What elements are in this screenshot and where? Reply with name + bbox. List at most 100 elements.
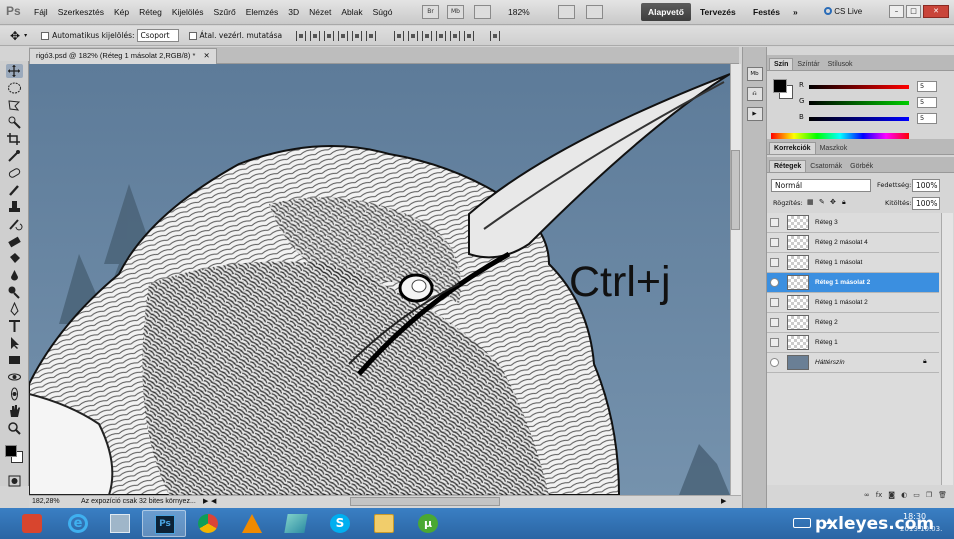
gradient-tool[interactable] [6, 251, 23, 265]
red-slider-track[interactable] [809, 85, 909, 89]
green-value-field[interactable]: 5 [917, 97, 937, 108]
distribute-hcenter-icon[interactable] [450, 30, 461, 41]
visibility-toggle[interactable] [770, 258, 779, 267]
align-hcenter-icon[interactable] [352, 30, 363, 41]
bridge-button[interactable]: Br [422, 5, 439, 19]
align-left-icon[interactable] [338, 30, 349, 41]
tab-swatches[interactable]: Színtár [793, 59, 823, 70]
taskbar-app-explorer[interactable] [362, 510, 406, 537]
close-button[interactable]: ✕ [923, 5, 949, 18]
lock-transparency-icon[interactable]: ▦ [807, 198, 814, 206]
distribute-vcenter-icon[interactable] [408, 30, 419, 41]
menu-file[interactable]: Fájl [34, 7, 48, 17]
taskbar-app-chrome[interactable] [186, 510, 230, 537]
lock-all-icon[interactable]: 🔒︎ [842, 198, 846, 207]
add-mask-icon[interactable]: ◙ [888, 491, 895, 507]
new-layer-icon[interactable]: ❐ [926, 491, 932, 507]
visibility-toggle[interactable] [770, 218, 779, 227]
brush-tool[interactable] [6, 183, 23, 197]
lock-position-icon[interactable]: ✥ [830, 198, 836, 206]
distribute-left-icon[interactable] [436, 30, 447, 41]
path-selection-tool[interactable] [6, 336, 23, 350]
green-slider[interactable]: G 5 [799, 97, 949, 109]
blue-slider[interactable]: B 5 [799, 113, 949, 125]
auto-align-icon[interactable] [490, 30, 501, 41]
link-layers-icon[interactable]: ∞ [864, 491, 870, 507]
healing-brush-tool[interactable] [6, 166, 23, 180]
3d-orbit-tool[interactable] [6, 387, 23, 401]
history-brush-tool[interactable] [6, 217, 23, 231]
actions-panel-icon[interactable]: ▶ [746, 107, 763, 121]
lasso-tool[interactable] [6, 98, 23, 112]
tab-adjustments[interactable]: Korrekciók [769, 142, 816, 154]
delete-layer-icon[interactable]: 🗑︎ [938, 491, 947, 507]
blue-slider-track[interactable] [809, 117, 909, 121]
mini-bridge-panel-icon[interactable]: Mb [746, 67, 763, 81]
auto-select-checkbox[interactable] [41, 31, 50, 40]
menu-view[interactable]: Nézet [309, 7, 331, 17]
menu-filter[interactable]: Szűrő [213, 7, 235, 17]
status-zoom-field[interactable]: 182,28% [32, 498, 60, 505]
shape-tool[interactable] [6, 353, 23, 367]
align-right-icon[interactable] [366, 30, 377, 41]
tab-channels[interactable]: Csatornák [806, 161, 846, 172]
distribute-bottom-icon[interactable] [422, 30, 433, 41]
menu-3d[interactable]: 3D [288, 7, 299, 17]
workspace-design-button[interactable]: Tervezés [693, 3, 743, 21]
maximize-button[interactable]: □ [906, 5, 921, 18]
menu-edit[interactable]: Szerkesztés [58, 7, 104, 17]
view-extras-icon[interactable] [474, 5, 491, 19]
align-vcenter-icon[interactable] [310, 30, 321, 41]
layer-row[interactable]: Réteg 1 másolat 2 [767, 293, 939, 313]
taskbar-app-utorrent[interactable]: µ [406, 510, 450, 537]
blend-mode-dropdown[interactable]: Normál [771, 179, 871, 192]
transform-controls-checkbox[interactable] [188, 31, 197, 40]
taskbar-app-ie[interactable]: e [56, 510, 100, 537]
eyedropper-tool[interactable] [6, 149, 23, 163]
visibility-toggle[interactable] [770, 338, 779, 347]
taskbar-app-vlc[interactable] [230, 510, 274, 537]
opacity-field[interactable]: 100% [912, 179, 940, 192]
blur-tool[interactable] [6, 268, 23, 282]
3d-rotate-tool[interactable] [6, 370, 23, 384]
scroll-left-icon[interactable]: ◀ [211, 497, 216, 505]
menu-help[interactable]: Súgó [373, 7, 393, 17]
document-tab[interactable]: rigó3.psd @ 182% (Réteg 1 másolat 2,RGB/… [29, 48, 217, 64]
close-tab-icon[interactable]: ✕ [203, 51, 209, 60]
menu-window[interactable]: Ablak [341, 7, 362, 17]
dodge-tool[interactable] [6, 285, 23, 299]
visibility-toggle[interactable] [770, 298, 779, 307]
layer-row[interactable]: Réteg 1 másolat [767, 253, 939, 273]
layer-row-selected[interactable]: Réteg 1 másolat 2 [767, 273, 939, 293]
history-panel-icon[interactable]: ⎌ [746, 87, 763, 101]
type-tool[interactable] [6, 319, 23, 333]
clone-stamp-tool[interactable] [6, 200, 23, 214]
crop-tool[interactable] [6, 132, 23, 146]
hand-tool[interactable] [6, 404, 23, 418]
eye-icon[interactable] [770, 358, 779, 367]
taskbar-app-skype[interactable]: S [318, 510, 362, 537]
quick-mask-button[interactable] [6, 474, 23, 488]
red-slider[interactable]: R 5 [799, 81, 949, 93]
screen-mode-icon[interactable] [586, 5, 603, 19]
distribute-right-icon[interactable] [464, 30, 475, 41]
taskbar-app-photoshop[interactable]: Ps [142, 510, 186, 537]
foreground-color-swatch[interactable] [5, 445, 17, 457]
workspace-essentials-button[interactable]: Alapvető [641, 3, 691, 21]
tab-color[interactable]: Szín [769, 58, 794, 70]
red-value-field[interactable]: 5 [917, 81, 937, 92]
tab-curves[interactable]: Görbék [846, 161, 877, 172]
minimize-button[interactable]: – [889, 5, 904, 18]
eraser-tool[interactable] [6, 234, 23, 248]
taskbar-app-notes[interactable] [274, 510, 318, 537]
zoom-level[interactable]: 182% [508, 7, 530, 17]
tab-masks[interactable]: Maszkok [816, 143, 852, 154]
new-group-icon[interactable]: ▭ [913, 491, 920, 507]
taskbar-app-power[interactable] [10, 510, 54, 537]
status-arrow-icon[interactable]: ▶ [203, 497, 208, 505]
blue-value-field[interactable]: 5 [917, 113, 937, 124]
layer-row[interactable]: Réteg 2 [767, 313, 939, 333]
align-top-icon[interactable] [296, 30, 307, 41]
layer-row[interactable]: Réteg 1 [767, 333, 939, 353]
mini-bridge-button[interactable]: Mb [447, 5, 464, 19]
